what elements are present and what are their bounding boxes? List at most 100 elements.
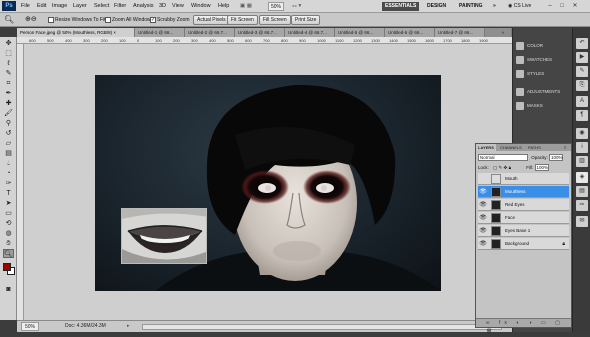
canvas-area[interactable] (24, 44, 512, 320)
dock-color[interactable]: COLOR (516, 40, 570, 52)
marquee-tool-icon[interactable]: ⬚ (3, 49, 14, 58)
dodge-tool-icon[interactable]: ◔ (3, 169, 14, 178)
eye-icon[interactable]: 👁︎ (479, 227, 487, 235)
foreground-color-swatch[interactable] (3, 263, 11, 271)
gradient-tool-icon[interactable]: ▤ (3, 149, 14, 158)
lock-icons[interactable]: ▢ ✎ ✥ 🔒︎ (493, 165, 511, 170)
layer-row[interactable]: 👁︎ Face (478, 212, 569, 224)
tab-layers[interactable]: LAYERS (476, 144, 496, 151)
clone-source-icon[interactable]: ⎘ (576, 80, 588, 91)
layers-panel-footer[interactable]: ∞ fx ◐ ◑ ▭ ▢ 🗑 (476, 318, 571, 335)
print-size-button[interactable]: Print Size (291, 15, 321, 25)
menu-edit[interactable]: Edit (37, 0, 46, 13)
workspace-painting[interactable]: PAINTING (456, 2, 486, 11)
navigator-icon[interactable]: ◉ (576, 128, 588, 139)
notes-icon[interactable]: ✉ (576, 216, 588, 227)
brush-tool-icon[interactable]: 🖌︎ (3, 109, 14, 118)
menu-filter[interactable]: Filter (114, 0, 126, 13)
zoom-tool-icon[interactable]: 🔍︎ (4, 15, 14, 25)
tab-untitled-3[interactable]: Untitled-3 @ 66.7... (235, 28, 285, 37)
layer-row-selected[interactable]: 👁︎ Mouthless (478, 186, 569, 198)
menu-analysis[interactable]: Analysis (133, 0, 153, 13)
layer-row[interactable]: 👁︎ Eyes Base 1 (478, 225, 569, 237)
cs-live-button[interactable]: ◉ CS Live (508, 1, 531, 11)
zoom-level-select[interactable]: 50% (268, 2, 285, 11)
zoom-in-out-icon[interactable]: ⊕⊖ (25, 15, 37, 25)
menu-image[interactable]: Image (52, 0, 67, 13)
actions-icon[interactable]: ▶ (576, 52, 588, 63)
eye-icon[interactable]: 👁︎ (479, 240, 487, 248)
pen-tool-icon[interactable]: ✑ (3, 179, 14, 188)
channels-icon[interactable]: ▤ (576, 186, 588, 197)
eye-icon[interactable]: 👁︎ (479, 201, 487, 209)
workspace-more-icon[interactable]: » (490, 2, 499, 11)
3d-orbit-icon[interactable]: ◍ (3, 229, 14, 238)
fit-screen-button[interactable]: Fit Screen (227, 15, 258, 25)
3d-rotate-icon[interactable]: ⟲ (3, 219, 14, 228)
menu-view[interactable]: View (172, 0, 184, 13)
shape-tool-icon[interactable]: ▭ (3, 209, 14, 218)
menu-layer[interactable]: Layer (73, 0, 87, 13)
blend-mode-select[interactable]: Normal (478, 154, 528, 162)
tabs-overflow-icon[interactable]: » (495, 28, 512, 37)
clone-stamp-icon[interactable]: ⚲ (3, 119, 14, 128)
history-icon[interactable]: ↶ (576, 38, 588, 49)
type-tool-icon[interactable]: T (3, 189, 14, 198)
crop-tool-icon[interactable]: ⌗ (3, 79, 14, 88)
histogram-icon[interactable]: ▥ (576, 156, 588, 167)
move-tool-icon[interactable]: ✥ (3, 39, 14, 48)
tab-person-face[interactable]: Person Face.jpeg @ 50% (Mouthless, RGB/8… (17, 28, 135, 37)
menu-window[interactable]: Window (191, 0, 211, 13)
eye-icon[interactable]: 👁︎ (479, 188, 487, 196)
workspace-essentials[interactable]: ESSENTIALS (382, 2, 420, 11)
menu-3d[interactable]: 3D (159, 0, 166, 13)
dock-styles[interactable]: STYLES (516, 68, 570, 80)
tab-untitled-2[interactable]: Untitled-2 @ 66.7... (185, 28, 235, 37)
menu-help[interactable]: Help (218, 0, 229, 13)
tab-untitled-1[interactable]: Untitled-1 @ 66... (135, 28, 185, 37)
blur-tool-icon[interactable]: 💧︎ (3, 159, 14, 168)
paths-icon[interactable]: ✑ (576, 200, 588, 211)
arrange-icon[interactable]: ⚏ ▾ (292, 0, 301, 13)
layer-row[interactable]: 👁︎ Background 🔒︎ (478, 238, 569, 250)
resize-windows-checkbox[interactable]: Resize Windows To Fit (48, 16, 105, 24)
fill-input[interactable]: 100% (534, 164, 549, 172)
mouth-layer-image[interactable] (121, 208, 207, 264)
tab-untitled-6[interactable]: Untitled-6 @ 66... (385, 28, 435, 37)
minimize-button[interactable]: – (546, 2, 554, 10)
dock-masks[interactable]: MASKS (516, 100, 570, 112)
menu-select[interactable]: Select (94, 0, 109, 13)
history-brush-icon[interactable]: ↺ (3, 129, 14, 138)
eye-icon[interactable]: 👁︎ (479, 214, 487, 222)
quick-select-tool-icon[interactable]: ✎ (3, 69, 14, 78)
path-select-icon[interactable]: ➤ (3, 199, 14, 208)
status-zoom[interactable]: 50% (21, 322, 40, 331)
dock-swatches[interactable]: SWATCHES (516, 54, 570, 66)
hand-tool-icon[interactable]: ✋︎ (3, 239, 14, 248)
layers-icon[interactable]: ◈ (576, 172, 588, 183)
panel-menu-icon[interactable]: ≡ (562, 144, 568, 151)
eraser-tool-icon[interactable]: ▱ (3, 139, 14, 148)
close-button[interactable]: ✕ (571, 2, 579, 10)
zoom-tool-icon[interactable]: 🔍︎ (3, 249, 14, 258)
brushes-icon[interactable]: ✎ (576, 66, 588, 77)
lasso-tool-icon[interactable]: ℓ (3, 59, 14, 68)
tab-paths[interactable]: PATHS (526, 144, 543, 151)
fill-screen-button[interactable]: Fill Screen (259, 15, 291, 25)
zoom-all-windows-checkbox[interactable]: Zoom All Windows (105, 16, 153, 24)
healing-brush-icon[interactable]: ✚ (3, 99, 14, 108)
info-icon[interactable]: i (576, 142, 588, 153)
eye-icon[interactable] (479, 175, 487, 183)
maximize-button[interactable]: □ (558, 2, 566, 10)
quick-mask-icon[interactable]: ◙ (3, 285, 14, 294)
layer-row[interactable]: Mouth (478, 173, 569, 185)
horizontal-scrollbar[interactable] (142, 324, 502, 330)
layer-row[interactable]: 👁︎ Red Eyes (478, 199, 569, 211)
status-arrow-icon[interactable]: ▸ (127, 321, 130, 332)
workspace-design[interactable]: DESIGN (424, 2, 449, 11)
opacity-input[interactable]: 100% (549, 154, 564, 162)
tab-untitled-4[interactable]: Untitled-4 @ 66.7... (285, 28, 335, 37)
tab-untitled-7[interactable]: Untitled-7 @ 66... (435, 28, 485, 37)
paragraph-icon[interactable]: ¶ (576, 110, 588, 121)
character-icon[interactable]: A (576, 96, 588, 107)
